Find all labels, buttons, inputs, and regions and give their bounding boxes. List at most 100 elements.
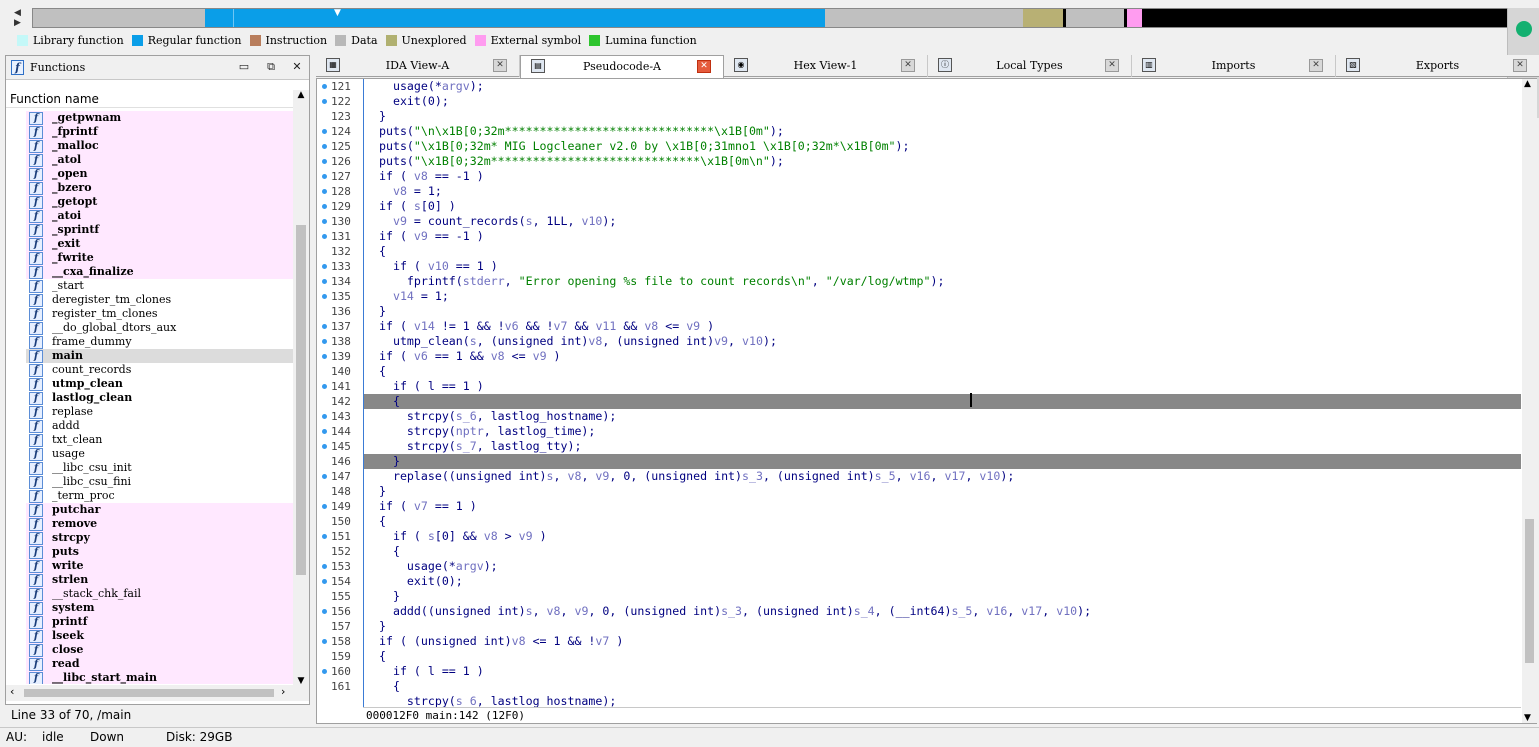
breakpoint-dot-icon[interactable] [322, 174, 327, 179]
code-line[interactable]: replase((unsigned int)s, v8, v9, 0, (uns… [364, 469, 1521, 484]
code-line[interactable]: usage(*argv); [364, 79, 1521, 94]
code-line[interactable]: if ( s[0] && v8 > v9 ) [364, 529, 1521, 544]
code-line[interactable]: fprintf(stderr, "Error opening %s file t… [364, 274, 1521, 289]
breakpoint-dot-icon[interactable] [322, 579, 327, 584]
code-line[interactable]: } [364, 619, 1521, 634]
function-list-item[interactable]: f utmp_clean [26, 377, 293, 391]
scroll-thumb[interactable] [296, 225, 306, 575]
function-list-item[interactable]: f register_tm_clones [26, 307, 293, 321]
minimize-icon[interactable]: ▭ [236, 59, 252, 75]
code-line[interactable]: if ( l == 1 ) [364, 379, 1521, 394]
code-line[interactable]: exit(0); [364, 574, 1521, 589]
function-list-item[interactable]: f lastlog_clean [26, 391, 293, 405]
breakpoint-dot-icon[interactable] [322, 429, 327, 434]
function-list-item[interactable]: f _getopt [26, 195, 293, 209]
code-line[interactable]: { [364, 364, 1521, 379]
function-list-item[interactable]: f __do_global_dtors_aux [26, 321, 293, 335]
function-list-item[interactable]: f replase [26, 405, 293, 419]
breakpoint-dot-icon[interactable] [322, 474, 327, 479]
code-line[interactable]: if ( v6 == 1 && v8 <= v9 ) [364, 349, 1521, 364]
function-list-item[interactable]: f __libc_csu_init [26, 461, 293, 475]
code-line[interactable]: if ( l == 1 ) [364, 664, 1521, 679]
function-list-item[interactable]: f _start [26, 279, 293, 293]
function-list-item[interactable]: f _fprintf [26, 125, 293, 139]
function-list-item[interactable]: f lseek [26, 629, 293, 643]
breakpoint-dot-icon[interactable] [322, 144, 327, 149]
code-line[interactable]: strcpy(nptr, lastlog_time); [364, 424, 1521, 439]
nav-scroll-arrows[interactable]: ◀ ▶ [14, 8, 28, 30]
breakpoint-dot-icon[interactable] [322, 84, 327, 89]
breakpoint-dot-icon[interactable] [322, 609, 327, 614]
function-list-item[interactable]: f _term_proc [26, 489, 293, 503]
code-line[interactable]: usage(*argv); [364, 559, 1521, 574]
breakpoint-dot-icon[interactable] [322, 279, 327, 284]
code-line[interactable]: v8 = 1; [364, 184, 1521, 199]
breakpoint-dot-icon[interactable] [322, 324, 327, 329]
tab-hex-view-1[interactable]: ◉ Hex View-1 ✕ [724, 55, 928, 77]
code-line[interactable]: { [364, 394, 1521, 409]
scroll-up-icon[interactable]: ▲ [1524, 79, 1531, 89]
breakpoint-dot-icon[interactable] [322, 444, 327, 449]
close-tab-icon[interactable]: ✕ [697, 60, 711, 73]
function-list-item[interactable]: f _open [26, 167, 293, 181]
breakpoint-dot-icon[interactable] [322, 99, 327, 104]
function-list-item[interactable]: f strcpy [26, 531, 293, 545]
function-list-item[interactable]: f system [26, 601, 293, 615]
function-list-item[interactable]: f __libc_start_main [26, 671, 293, 684]
code-line[interactable]: { [364, 649, 1521, 664]
code-line[interactable]: { [364, 544, 1521, 559]
breakpoint-dot-icon[interactable] [322, 384, 327, 389]
breakpoint-dot-icon[interactable] [322, 564, 327, 569]
code-line[interactable]: strcpy(s_6, lastlog_hostname); [364, 694, 1521, 707]
tab-local-types[interactable]: ⓘ Local Types ✕ [928, 55, 1132, 77]
function-list-item[interactable]: f main [26, 349, 293, 363]
navigation-bar[interactable]: ▼ [32, 8, 1518, 28]
breakpoint-dot-icon[interactable] [322, 234, 327, 239]
function-list-item[interactable]: f __stack_chk_fail [26, 587, 293, 601]
function-list-item[interactable]: f putchar [26, 503, 293, 517]
breakpoint-dot-icon[interactable] [322, 639, 327, 644]
pseudocode-text[interactable]: usage(*argv); exit(0);} puts("\n\x1B[0;32… [363, 79, 1521, 707]
breakpoint-dot-icon[interactable] [322, 204, 327, 209]
code-line[interactable]: } [364, 109, 1521, 124]
function-list-item[interactable]: f usage [26, 447, 293, 461]
code-line[interactable]: puts("\x1B[0;32m************************… [364, 154, 1521, 169]
scroll-left-icon[interactable]: ‹ [10, 685, 14, 698]
tab-ida-view-a[interactable]: ▦ IDA View-A ✕ [316, 55, 520, 77]
code-line[interactable]: } [364, 304, 1521, 319]
function-list-item[interactable]: f write [26, 559, 293, 573]
close-icon[interactable]: ✕ [289, 59, 305, 75]
scroll-down-icon[interactable]: ▼ [1524, 713, 1531, 723]
function-list-item[interactable]: f frame_dummy [26, 335, 293, 349]
function-list-item[interactable]: f _bzero [26, 181, 293, 195]
code-line[interactable]: strcpy(s_7, lastlog_tty); [364, 439, 1521, 454]
function-list-item[interactable]: f _fwrite [26, 251, 293, 265]
code-line[interactable]: if ( (unsigned int)v8 <= 1 && !v7 ) [364, 634, 1521, 649]
code-line[interactable]: puts("\x1B[0;32m* MIG Logcleaner v2.0 by… [364, 139, 1521, 154]
scroll-thumb[interactable] [24, 689, 274, 697]
close-tab-icon[interactable]: ✕ [901, 59, 915, 72]
function-list-item[interactable]: f __cxa_finalize [26, 265, 293, 279]
function-list-item[interactable]: f puts [26, 545, 293, 559]
breakpoint-dot-icon[interactable] [322, 354, 327, 359]
breakpoint-dot-icon[interactable] [322, 669, 327, 674]
code-line[interactable]: if ( s[0] ) [364, 199, 1521, 214]
function-list-item[interactable]: f _atoi [26, 209, 293, 223]
breakpoint-dot-icon[interactable] [322, 129, 327, 134]
function-list-item[interactable]: f _malloc [26, 139, 293, 153]
breakpoint-dot-icon[interactable] [322, 339, 327, 344]
tab-imports[interactable]: ▥ Imports ✕ [1132, 55, 1336, 77]
code-line[interactable]: puts("\n\x1B[0;32m**********************… [364, 124, 1521, 139]
function-list-item[interactable]: f printf [26, 615, 293, 629]
breakpoint-dot-icon[interactable] [322, 414, 327, 419]
scroll-up-icon[interactable]: ▲ [293, 90, 309, 100]
code-line[interactable]: } [364, 589, 1521, 604]
functions-vertical-scrollbar[interactable]: ▲ ▼ [293, 90, 309, 686]
function-list-item[interactable]: f addd [26, 419, 293, 433]
float-icon[interactable]: ⧉ [263, 59, 279, 75]
breakpoint-dot-icon[interactable] [322, 534, 327, 539]
tab-exports[interactable]: ▧ Exports ✕ [1336, 55, 1539, 77]
code-line[interactable]: if ( v10 == 1 ) [364, 259, 1521, 274]
breakpoint-dot-icon[interactable] [322, 294, 327, 299]
breakpoint-dot-icon[interactable] [322, 504, 327, 509]
